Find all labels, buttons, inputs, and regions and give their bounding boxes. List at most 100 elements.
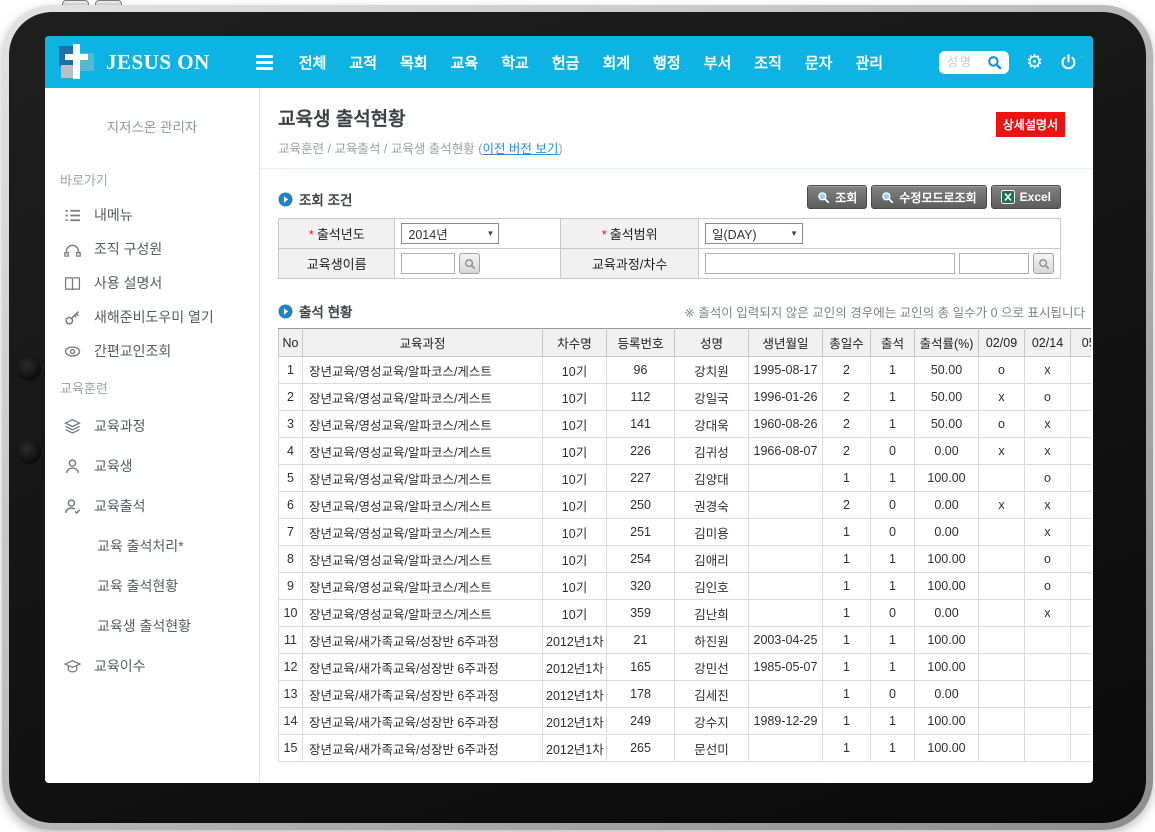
column-header: 02/14 (1025, 329, 1071, 357)
table-cell (749, 492, 823, 519)
sidebar-item-label: 교육출석 (94, 496, 146, 516)
table-row: 4장년교육/영성교육/알파코스/게스트10기226김귀성1966-08-0720… (279, 438, 1092, 465)
table-cell (1071, 654, 1092, 681)
settings-gear-icon[interactable]: ⚙ (1026, 53, 1043, 72)
sidebar-item-org-members[interactable]: 조직 구성원 (45, 232, 259, 266)
app-screen: JESUS ON 전체 교적 목회 교육 학교 헌금 회계 행정 부서 조직 문자 관리 ⚙ (45, 36, 1093, 783)
table-cell: 1966-08-07 (749, 438, 823, 465)
table-cell: 100.00 (915, 465, 979, 492)
table-cell: 2 (823, 384, 871, 411)
nav-item-school[interactable]: 학교 (501, 52, 529, 73)
table-cell: 0.00 (915, 438, 979, 465)
sidebar-item-edu-attendance-process[interactable]: 교육 출석처리* (45, 526, 259, 566)
hamburger-menu-icon[interactable] (256, 55, 273, 70)
sidebar-section-label: 교육훈련 (45, 368, 259, 406)
admin-profile-link[interactable]: 지저스온 관리자 (45, 106, 259, 160)
course-search-button[interactable] (1033, 253, 1054, 274)
column-header: 총일수 (823, 329, 871, 357)
nav-item-manage[interactable]: 관리 (855, 52, 883, 73)
student-name-input[interactable] (401, 253, 455, 274)
column-header: 05/ (1071, 329, 1092, 357)
table-cell: x (1025, 519, 1071, 546)
table-cell: 김애리 (675, 546, 749, 573)
nav-item-ministry[interactable]: 목회 (400, 52, 428, 73)
attendance-range-select[interactable]: 일(DAY)▼ (705, 223, 803, 244)
table-cell: 96 (607, 357, 675, 384)
table-cell: 장년교육/새가족교육/성장반 6주과정 (303, 708, 543, 735)
table-cell: 장년교육/영성교육/알파코스/게스트 (303, 600, 543, 627)
table-cell: 1 (871, 573, 915, 600)
table-cell: x (979, 384, 1025, 411)
nav-item-accounting[interactable]: 회계 (602, 52, 630, 73)
column-header: 교육과정 (303, 329, 543, 357)
edit-mode-search-button[interactable]: 수정모드로조회 (871, 185, 986, 209)
table-cell: 1 (871, 465, 915, 492)
nav-item-education[interactable]: 교육 (451, 52, 479, 73)
app-logo[interactable]: JESUS ON (59, 44, 210, 80)
table-cell: x (1025, 438, 1071, 465)
table-cell (1071, 681, 1092, 708)
nav-item-offering[interactable]: 헌금 (552, 52, 580, 73)
search-button[interactable]: 조회 (807, 185, 867, 209)
table-cell: 1 (871, 411, 915, 438)
table-cell: 21 (607, 627, 675, 654)
table-cell: 165 (607, 654, 675, 681)
course-input[interactable] (705, 253, 955, 274)
nav-item-department[interactable]: 부서 (704, 52, 732, 73)
table-cell: 장년교육/영성교육/알파코스/게스트 (303, 438, 543, 465)
table-cell: o (979, 411, 1025, 438)
tablet-side-button (17, 440, 41, 464)
table-cell: 장년교육/새가족교육/성장반 6주과정 (303, 681, 543, 708)
nav-item-organization[interactable]: 조직 (754, 52, 782, 73)
sidebar-item-newyear-helper[interactable]: 새해준비도우미 열기 (45, 300, 259, 334)
sidebar-item-edu-course[interactable]: 교육과정 (45, 406, 259, 446)
tablet-frame: JESUS ON 전체 교적 목회 교육 학교 헌금 회계 행정 부서 조직 문자 관리 ⚙ (2, 5, 1153, 830)
table-cell: 장년교육/영성교육/알파코스/게스트 (303, 465, 543, 492)
course-order-input[interactable] (959, 253, 1029, 274)
table-cell: 2 (823, 438, 871, 465)
search-icon[interactable] (987, 55, 1002, 70)
table-cell (1025, 735, 1071, 762)
table-cell: 0.00 (915, 681, 979, 708)
nav-item-records[interactable]: 교적 (349, 52, 377, 73)
sidebar-item-edu-attendance[interactable]: 교육출석 (45, 486, 259, 526)
student-name-search-button[interactable] (459, 253, 480, 274)
button-label: Excel (1020, 190, 1051, 204)
table-cell: 10기 (543, 600, 607, 627)
table-cell: o (1025, 573, 1071, 600)
nav-item-sms[interactable]: 문자 (805, 52, 833, 73)
page-header: 교육생 출석현황 교육훈련 / 교육출석 / 교육생 출석현황 (이전 버전 보… (260, 88, 1093, 169)
table-cell: 226 (607, 438, 675, 465)
previous-version-link[interactable]: 이전 버전 보기 (482, 142, 558, 156)
table-cell: 15 (279, 735, 303, 762)
sidebar-item-edu-attendance-status[interactable]: 교육 출석현황 (45, 566, 259, 606)
table-cell (1071, 438, 1092, 465)
user-icon (64, 458, 81, 475)
name-search-input[interactable] (947, 55, 987, 69)
name-search-box[interactable] (939, 51, 1009, 74)
sidebar-item-user-manual[interactable]: 사용 설명서 (45, 266, 259, 300)
sidebar-item-edu-student[interactable]: 교육생 (45, 446, 259, 486)
sidebar-item-edu-completion[interactable]: 교육이수 (45, 646, 259, 686)
table-cell (1071, 600, 1092, 627)
sidebar-item-edu-student-attendance-status[interactable]: 교육생 출석현황 (45, 606, 259, 646)
table-cell: x (1025, 492, 1071, 519)
table-cell: 9 (279, 573, 303, 600)
nav-item-administration[interactable]: 행정 (653, 52, 681, 73)
table-cell: 2012년1차 (543, 627, 607, 654)
attendance-year-select[interactable]: 2014년▼ (401, 223, 499, 244)
main-content: 교육생 출석현황 교육훈련 / 교육출석 / 교육생 출석현황 (이전 버전 보… (260, 88, 1093, 783)
layers-icon (64, 418, 81, 435)
table-cell (979, 546, 1025, 573)
sidebar-item-simple-member-search[interactable]: 간편교인조회 (45, 334, 259, 368)
power-icon[interactable] (1060, 54, 1077, 71)
excel-icon (1001, 190, 1015, 204)
nav-item-all[interactable]: 전체 (299, 52, 327, 73)
table-row: 12장년교육/새가족교육/성장반 6주과정2012년1차165강민선1985-0… (279, 654, 1092, 681)
table-cell: 1996-01-26 (749, 384, 823, 411)
table-cell: 장년교육/영성교육/알파코스/게스트 (303, 573, 543, 600)
excel-button[interactable]: Excel (991, 185, 1061, 209)
table-cell: 0 (871, 519, 915, 546)
detail-manual-button[interactable]: 상세설명서 (996, 112, 1065, 137)
sidebar-item-my-menu[interactable]: 내메뉴 (45, 198, 259, 232)
